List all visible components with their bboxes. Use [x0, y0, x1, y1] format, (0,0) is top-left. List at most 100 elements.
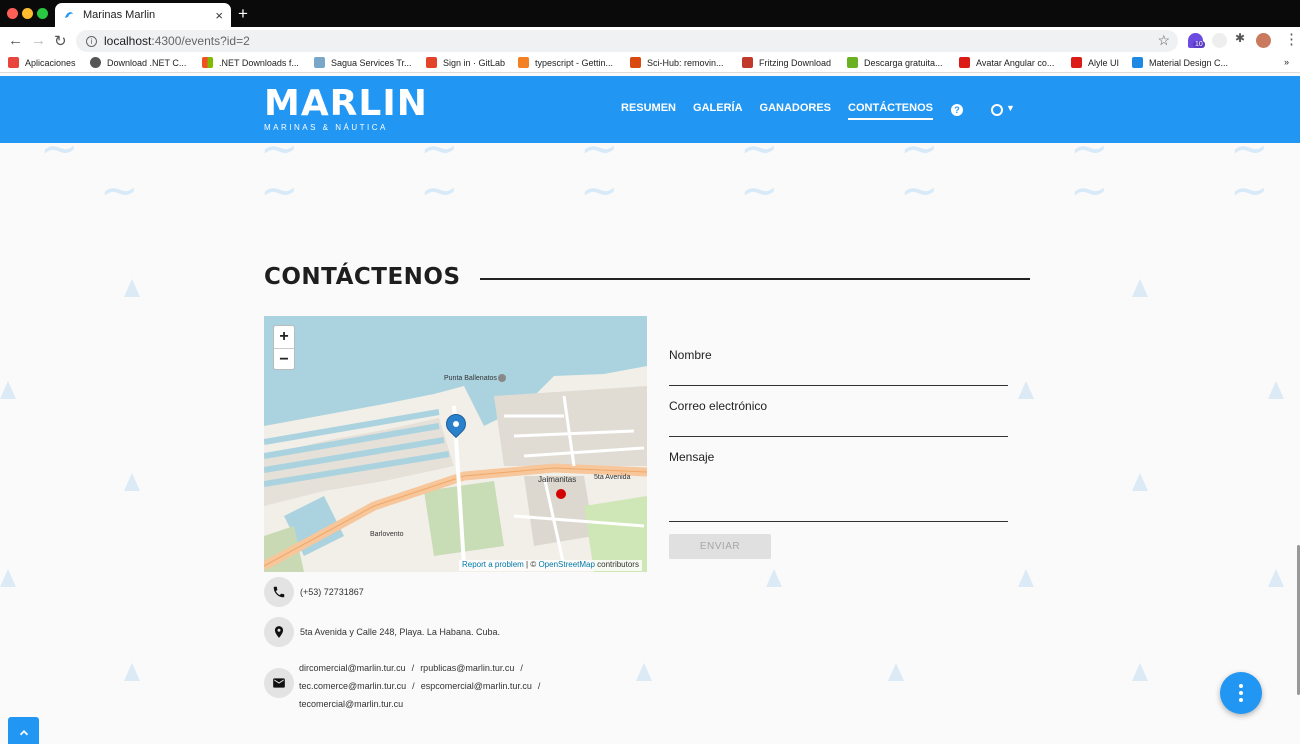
report-problem-link[interactable]: Report a problem: [462, 560, 524, 569]
email-link[interactable]: rpublicas@marlin.tur.cu: [420, 663, 514, 673]
material-icon: [1132, 57, 1143, 68]
message-field-label: Mensaje: [669, 450, 715, 464]
chevron-down-icon[interactable]: ▼: [1006, 103, 1015, 113]
sailboat-icon: [124, 473, 140, 491]
bookmark-aplicaciones[interactable]: Aplicaciones: [8, 57, 76, 68]
map-label-punta-ballenatos: Punta Ballenatos: [444, 375, 497, 382]
bookmark-avatar-angular[interactable]: Avatar Angular co...: [959, 57, 1054, 68]
apps-grid-icon: [8, 57, 19, 68]
map-label-5ta-avenida: 5ta Avenida: [594, 474, 631, 481]
bookmark-download-net-c[interactable]: Download .NET C...: [90, 57, 186, 68]
openstreetmap-link[interactable]: OpenStreetMap: [538, 560, 594, 569]
sailboat-icon: [1018, 569, 1034, 587]
close-tab-icon[interactable]: ×: [215, 8, 223, 23]
zoom-out-button[interactable]: −: [274, 348, 294, 370]
wave-icon: ∼: [40, 143, 79, 175]
forward-button[interactable]: →: [31, 32, 46, 49]
extensions-puzzle-icon[interactable]: ✱: [1235, 31, 1250, 46]
gitlab-icon: [426, 57, 437, 68]
email-icon: [264, 668, 294, 698]
message-textarea[interactable]: [669, 521, 1008, 522]
stackoverflow-icon: [518, 57, 529, 68]
minimize-window-button[interactable]: [22, 8, 33, 19]
main-nav: RESUMEN GALERÍA GANADORES CONTÁCTENOS: [621, 102, 950, 120]
nav-ganadores[interactable]: GANADORES: [760, 102, 832, 120]
phone-row: (+53) 72731867: [264, 577, 364, 607]
map-label-jaimanitas: Jaimanitas: [538, 475, 576, 484]
sailboat-icon: [888, 663, 904, 681]
lighthouse-icon: [498, 374, 506, 382]
map-zoom-control: + −: [273, 325, 295, 370]
name-field-label: Nombre: [669, 348, 712, 362]
windows-icon: [202, 57, 213, 68]
sailboat-icon: [124, 663, 140, 681]
bookmark-star-icon[interactable]: ☆: [1157, 32, 1170, 49]
bookmark-gitlab[interactable]: Sign in · GitLab: [426, 57, 505, 68]
wave-icon: ∼: [100, 163, 139, 217]
bookmark-alyle-ui[interactable]: Alyle UI: [1071, 57, 1119, 68]
new-tab-button[interactable]: +: [238, 4, 248, 24]
sailboat-icon: [1132, 663, 1148, 681]
address-text: 5ta Avenida y Calle 248, Playa. La Haban…: [300, 627, 500, 637]
email-field[interactable]: [669, 436, 1008, 437]
location-map[interactable]: Punta Ballenatos Jaimanitas 5ta Avenida …: [264, 316, 647, 572]
dot-icon: [1239, 691, 1243, 695]
bookmarks-bar: Aplicaciones Download .NET C... .NET Dow…: [0, 55, 1300, 73]
browser-tab[interactable]: Marinas Marlin ×: [55, 3, 231, 27]
sailboat-icon: [636, 663, 652, 681]
nav-resumen[interactable]: RESUMEN: [621, 102, 676, 120]
bookmark-fritzing[interactable]: Fritzing Download: [742, 57, 831, 68]
wave-icon: ∼: [900, 163, 939, 217]
page-title: CONTÁCTENOS: [264, 264, 461, 290]
help-icon[interactable]: ?: [951, 104, 963, 116]
email-link[interactable]: tec.comerce@marlin.tur.cu: [299, 681, 406, 691]
more-options-fab[interactable]: [1220, 672, 1262, 714]
chevron-up-icon: [19, 729, 28, 735]
close-window-button[interactable]: [7, 8, 18, 19]
more-bookmarks-button[interactable]: »: [1284, 57, 1289, 67]
back-button[interactable]: ←: [8, 32, 23, 49]
reload-button[interactable]: ↻: [54, 32, 67, 50]
sailboat-icon: [1268, 381, 1284, 399]
wave-icon: ∼: [1070, 163, 1109, 217]
location-pin-icon: [264, 617, 294, 647]
email-list: dircomercial@marlin.tur.cu / rpublicas@mar…: [299, 663, 541, 709]
extension-ghost-icon[interactable]: [1212, 33, 1227, 48]
site-info-icon[interactable]: i: [86, 35, 97, 47]
nav-contactenos[interactable]: CONTÁCTENOS: [848, 102, 933, 120]
bookmark-scihub[interactable]: Sci-Hub: removin...: [630, 57, 724, 68]
logo-wordmark: MARLIN: [264, 83, 428, 124]
bookmark-typescript[interactable]: typescript - Gettin...: [518, 57, 613, 68]
wave-icon: ∼: [420, 163, 459, 217]
phone-number[interactable]: (+53) 72731867: [300, 587, 364, 597]
send-button[interactable]: ENVIAR: [669, 534, 771, 559]
title-divider: [480, 278, 1030, 280]
globe-icon: [90, 57, 101, 68]
email-link[interactable]: dircomercial@marlin.tur.cu: [299, 663, 406, 673]
map-tiles[interactable]: Punta Ballenatos Jaimanitas 5ta Avenida …: [264, 316, 647, 572]
hospital-icon: [556, 489, 566, 499]
address-bar[interactable]: i localhost:4300/events?id=2 ☆: [76, 30, 1178, 52]
email-field-label: Correo electrónico: [669, 399, 768, 413]
language-globe-icon[interactable]: [991, 104, 1003, 116]
bookmark-sagua-services[interactable]: Sagua Services Tr...: [314, 57, 412, 68]
scroll-to-top-button[interactable]: [8, 717, 39, 744]
maximize-window-button[interactable]: [37, 8, 48, 19]
profile-avatar[interactable]: [1256, 33, 1271, 48]
nav-galeria[interactable]: GALERÍA: [693, 102, 743, 120]
sailboat-icon: [766, 569, 782, 587]
bookmark-descarga-gratuita[interactable]: Descarga gratuita...: [847, 57, 943, 68]
browser-toolbar: ← → ↻ i localhost:4300/events?id=2 ☆ 10 …: [0, 27, 1300, 55]
bookmark-material-design[interactable]: Material Design C...: [1132, 57, 1228, 68]
email-link[interactable]: espcomercial@marlin.tur.cu: [421, 681, 532, 691]
marlin-logo[interactable]: MARLIN MARINAS & NÁUTICA: [264, 83, 428, 133]
sagua-icon: [314, 57, 325, 68]
browser-menu-icon[interactable]: ⋮: [1284, 30, 1299, 48]
zoom-in-button[interactable]: +: [274, 326, 294, 348]
bookmark-net-downloads[interactable]: .NET Downloads f...: [202, 57, 299, 68]
name-field[interactable]: [669, 385, 1008, 386]
sailboat-icon: [1018, 381, 1034, 399]
sailboat-icon: [1268, 569, 1284, 587]
address-row: 5ta Avenida y Calle 248, Playa. La Haban…: [264, 617, 500, 647]
email-link[interactable]: tecomercial@marlin.tur.cu: [299, 699, 403, 709]
